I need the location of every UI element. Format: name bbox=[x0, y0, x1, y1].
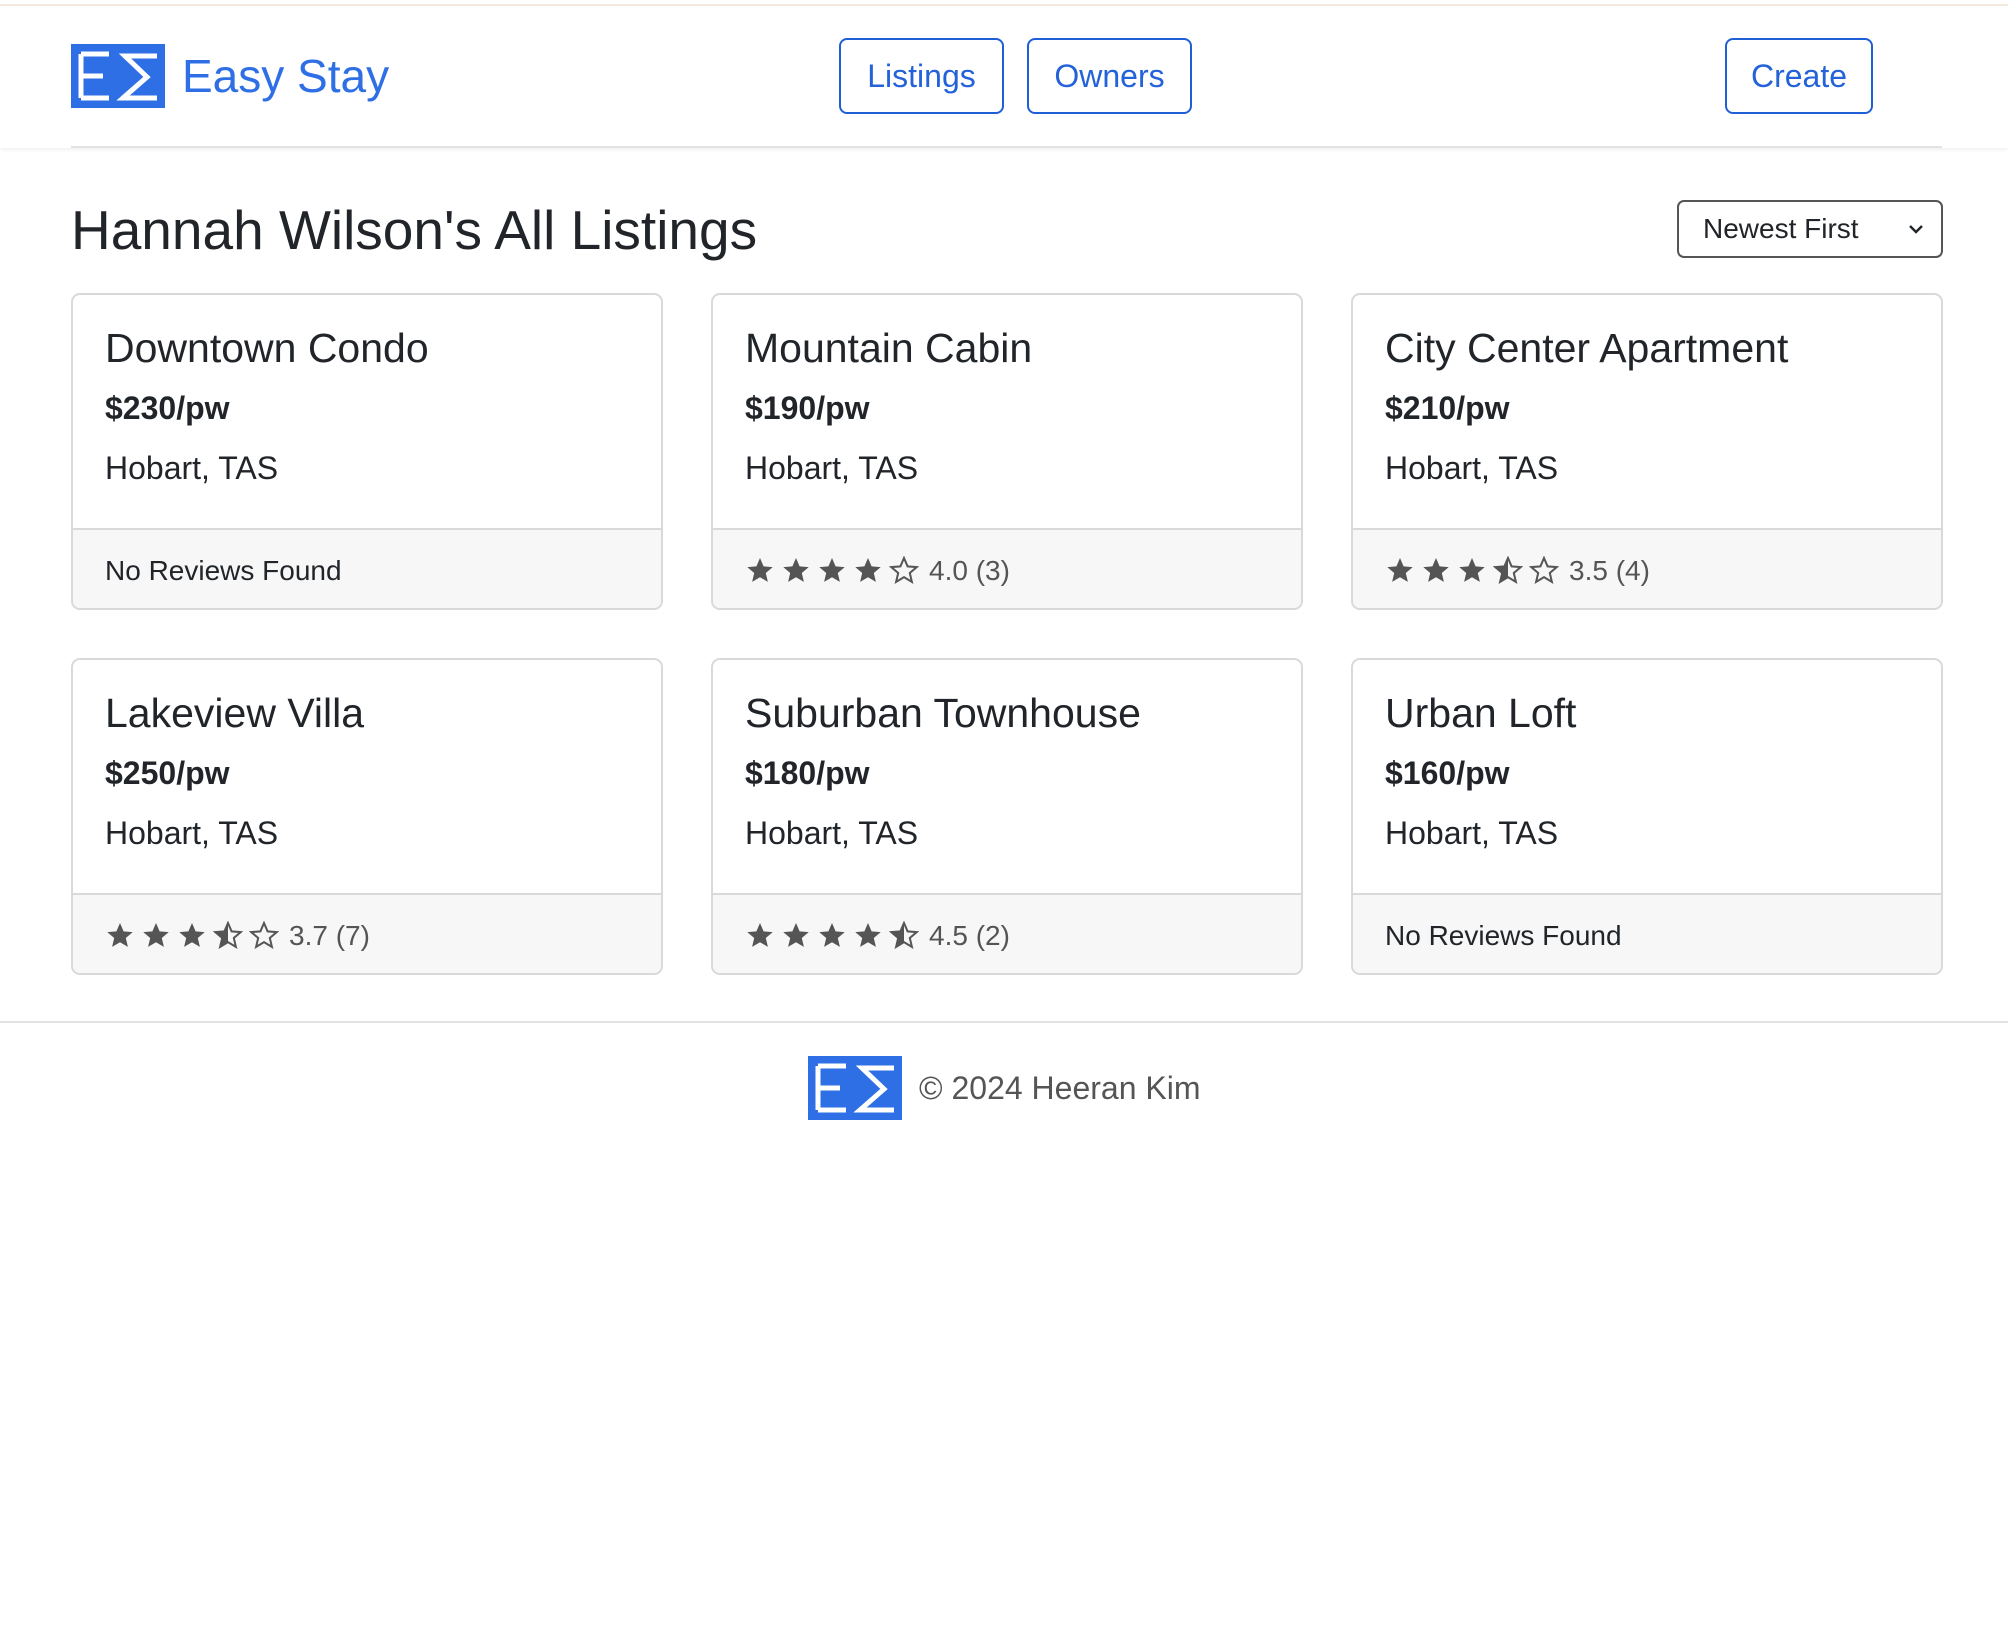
star-full-icon bbox=[783, 558, 809, 582]
brand-name: Easy Stay bbox=[182, 50, 390, 102]
rating-summary: 4.5 (2) bbox=[929, 920, 1010, 951]
listing-location: Hobart, TAS bbox=[1385, 450, 1559, 486]
star-full-icon bbox=[1423, 558, 1449, 582]
star-empty-icon bbox=[1529, 556, 1559, 584]
star-rating: 3.7 (7) bbox=[105, 920, 370, 952]
navbar-inner: Easy Stay bbox=[71, 6, 1942, 148]
owners-button[interactable]: Owners bbox=[1027, 38, 1192, 114]
star-full-icon bbox=[179, 923, 205, 947]
rating-summary: 3.5 (4) bbox=[1569, 555, 1650, 586]
star-full-icon bbox=[855, 923, 881, 947]
chevron-down-icon bbox=[1909, 225, 1923, 234]
listing-location: Hobart, TAS bbox=[745, 815, 919, 851]
star-full-icon bbox=[107, 923, 133, 947]
listing-card[interactable]: Lakeview Villa $250/pw Hobart, TAS 3.7 (7) bbox=[71, 658, 663, 975]
star-full-icon bbox=[143, 923, 169, 947]
listing-price: $250/pw bbox=[105, 755, 230, 791]
star-rating: 4.5 (2) bbox=[745, 920, 1010, 952]
listing-card[interactable]: City Center Apartment $210/pw Hobart, TAS 3… bbox=[1351, 293, 1943, 610]
create-button[interactable]: Create bbox=[1725, 38, 1873, 114]
star-empty-icon bbox=[249, 921, 279, 949]
listing-card[interactable]: Urban Loft $160/pw Hobart, TAS No Reviews F… bbox=[1351, 658, 1943, 975]
listing-title: City Center Apartment bbox=[1385, 325, 1789, 371]
star-half-icon bbox=[889, 921, 919, 949]
listing-card[interactable]: Suburban Townhouse $180/pw Hobart, TAS 4.5 … bbox=[711, 658, 1303, 975]
listing-location: Hobart, TAS bbox=[105, 450, 279, 486]
footer-copyright: © 2024 Heeran Kim bbox=[919, 1069, 1201, 1106]
rating-summary: 4.0 (3) bbox=[929, 555, 1010, 586]
listing-card-footer: No Reviews Found bbox=[1353, 893, 1941, 973]
navbar: Easy Stay Listings Owners Create bbox=[0, 6, 2008, 148]
star-empty-icon bbox=[889, 556, 919, 584]
listing-price: $180/pw bbox=[745, 755, 870, 791]
star-half-icon bbox=[213, 921, 243, 949]
no-reviews-label: No Reviews Found bbox=[105, 555, 342, 586]
sort-select[interactable]: Newest First bbox=[1677, 200, 1943, 258]
easy-stay-logo-icon bbox=[808, 1056, 902, 1120]
footer-divider bbox=[0, 1021, 2008, 1023]
listing-card-body: Downtown Condo $230/pw Hobart, TAS bbox=[73, 295, 661, 528]
listing-title: Lakeview Villa bbox=[105, 690, 365, 736]
page-title: Hannah Wilson's All Listings bbox=[71, 199, 758, 261]
listing-location: Hobart, TAS bbox=[1385, 815, 1559, 851]
no-reviews-label: No Reviews Found bbox=[1385, 920, 1622, 951]
listing-price: $160/pw bbox=[1385, 755, 1510, 791]
listing-title: Urban Loft bbox=[1385, 690, 1577, 736]
star-full-icon bbox=[1387, 558, 1413, 582]
star-full-icon bbox=[855, 558, 881, 582]
sort-selected-value: Newest First bbox=[1703, 213, 1859, 244]
star-full-icon bbox=[1459, 558, 1485, 582]
listing-price: $210/pw bbox=[1385, 390, 1510, 426]
listing-title: Mountain Cabin bbox=[745, 325, 1033, 371]
listing-card-body: Suburban Townhouse $180/pw Hobart, TAS bbox=[713, 660, 1301, 893]
listing-price: $230/pw bbox=[105, 390, 230, 426]
brand-link[interactable]: Easy Stay bbox=[71, 44, 389, 108]
star-rating: 3.5 (4) bbox=[1385, 555, 1650, 587]
listing-location: Hobart, TAS bbox=[745, 450, 919, 486]
listing-location: Hobart, TAS bbox=[105, 815, 279, 851]
easy-stay-logo-icon bbox=[71, 44, 165, 108]
star-full-icon bbox=[747, 923, 773, 947]
listing-card-body: Lakeview Villa $250/pw Hobart, TAS bbox=[73, 660, 661, 893]
star-half-icon bbox=[1493, 556, 1523, 584]
rating-summary: 3.7 (7) bbox=[289, 920, 370, 951]
footer: © 2024 Heeran Kim bbox=[808, 1056, 1201, 1120]
listing-card-body: Mountain Cabin $190/pw Hobart, TAS bbox=[713, 295, 1301, 528]
listing-card-footer: 3.5 (4) bbox=[1353, 528, 1941, 608]
listing-card-footer: 4.5 (2) bbox=[713, 893, 1301, 973]
listing-card[interactable]: Downtown Condo $230/pw Hobart, TAS No Revie… bbox=[71, 293, 663, 610]
listing-card-body: City Center Apartment $210/pw Hobart, TAS bbox=[1353, 295, 1941, 528]
listing-card-footer: 4.0 (3) bbox=[713, 528, 1301, 608]
star-full-icon bbox=[819, 558, 845, 582]
listings-button[interactable]: Listings bbox=[839, 38, 1004, 114]
listing-title: Downtown Condo bbox=[105, 325, 429, 371]
listing-title: Suburban Townhouse bbox=[745, 690, 1141, 736]
listing-card-footer: 3.7 (7) bbox=[73, 893, 661, 973]
star-full-icon bbox=[747, 558, 773, 582]
listing-price: $190/pw bbox=[745, 390, 870, 426]
star-full-icon bbox=[819, 923, 845, 947]
listing-card[interactable]: Mountain Cabin $190/pw Hobart, TAS 4.0 (3) bbox=[711, 293, 1303, 610]
star-full-icon bbox=[783, 923, 809, 947]
listing-card-footer: No Reviews Found bbox=[73, 528, 661, 608]
star-rating: 4.0 (3) bbox=[745, 555, 1010, 587]
listing-card-body: Urban Loft $160/pw Hobart, TAS bbox=[1353, 660, 1941, 893]
